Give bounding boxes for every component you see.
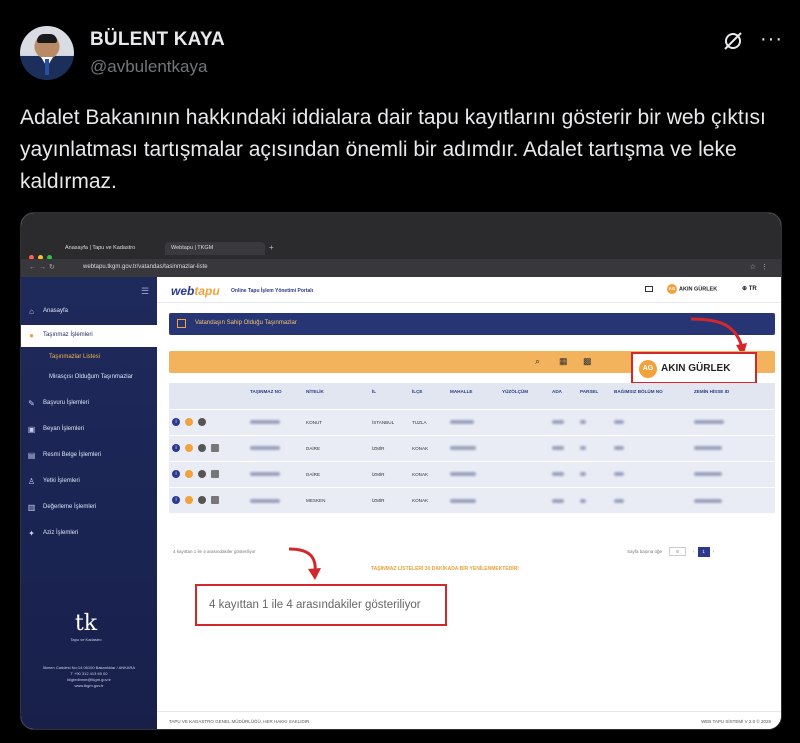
- next-page-icon: ›: [712, 549, 715, 554]
- table-row: i KONUT İSTANBUL TUZLA: [169, 408, 775, 435]
- properties-table: TAŞINMAZ NO NİTELİK İL İLÇE MAHALLE YÜZÖ…: [169, 383, 775, 513]
- sidebar-item-tasinmazlar-listesi: Taşınmazlar Listesi: [49, 354, 101, 360]
- document-icon: ▤: [27, 451, 36, 460]
- grok-icon[interactable]: [722, 30, 744, 52]
- table-row: i DAİRE İZMİR KONAK: [169, 460, 775, 487]
- pin-icon: ✎: [28, 399, 35, 408]
- table-row: i DAİRE İZMİR KONAK: [169, 434, 775, 461]
- portal-main: webtapu Online Tapu İşlem Yönetimi Porta…: [157, 277, 781, 729]
- table-info: 4 kayıttan 1 ile 4 arasındakiler gösteri…: [173, 549, 256, 554]
- location-icon: [185, 496, 193, 505]
- address-bar: ←→↻ webtapu.tkgm.gov.tr/vatandas/tasinma…: [21, 259, 781, 277]
- grid-icon: ▩: [583, 356, 592, 366]
- info-icon: i: [172, 418, 180, 426]
- info-icon: i: [172, 444, 180, 452]
- table-header-row: TAŞINMAZ NO NİTELİK İL İLÇE MAHALLE YÜZÖ…: [169, 383, 775, 409]
- users-icon: ✦: [28, 529, 35, 538]
- contact-address: İlkmen Caddesi No:14 06100 Bakanlıklar /…: [42, 665, 136, 688]
- mail-icon: [645, 286, 653, 292]
- globe-icon: ⊕: [742, 286, 749, 292]
- print-icon: ▦: [559, 356, 568, 366]
- tweet-media-image[interactable]: Anasayfa | Tapu ve Kadastro Webtapu | TK…: [20, 212, 782, 730]
- author-name[interactable]: BÜLENT KAYA: [90, 29, 225, 51]
- user-icon: ♙: [27, 477, 36, 486]
- sidebar-item-beyan: ▣ Beyan İşlemleri: [27, 425, 85, 434]
- browser-tab-bar: Anasayfa | Tapu ve Kadastro Webtapu | TK…: [21, 213, 781, 260]
- detail-icon: [198, 496, 206, 505]
- browser-tab: Anasayfa | Tapu ve Kadastro: [65, 245, 136, 251]
- sidebar-item-tasinmaz: ● Taşınmaz İşlemleri: [21, 325, 157, 347]
- sidebar-item-yetki: ♙ Yetki İşlemleri: [27, 477, 80, 486]
- document-icon: [211, 496, 219, 505]
- col-yuzolcum: YÜZÖLÇÜM: [499, 383, 549, 409]
- prev-page-icon: ‹: [693, 549, 695, 554]
- author-avatar[interactable]: [20, 26, 74, 80]
- highlight-count-callout: 4 kayıttan 1 ile 4 arasındakiler gösteri…: [195, 584, 447, 626]
- col-parsel: PARSEL: [577, 383, 611, 409]
- new-tab-icon: +: [269, 243, 274, 252]
- webtapu-logo: webtapu: [171, 284, 220, 298]
- panel-header: Vatandaşın Sahip Olduğu Taşınmazlar: [169, 313, 775, 335]
- more-options-icon[interactable]: ···: [760, 29, 783, 49]
- sidebar-item-resmi-belge: ▤ Resmi Belge İşlemleri: [27, 451, 102, 460]
- col-zemin-hisse: ZEMİN HİSSE ID: [691, 383, 775, 409]
- page-size-select: 8: [669, 547, 686, 556]
- annotation-arrow-2: [288, 547, 321, 580]
- sidebar-item-anasayfa: ⌂ Anasayfa: [21, 301, 157, 323]
- portal-sidebar: ☰ ⌂ Anasayfa ● Taşınmaz İşlemleri Taşınmaz…: [21, 277, 157, 729]
- location-icon: [185, 418, 193, 426]
- list-icon: [177, 319, 186, 328]
- col-mahalle: MAHALLE: [447, 383, 499, 409]
- language-switch: ⊕ TR: [742, 286, 757, 292]
- portal-topnav: webtapu Online Tapu İşlem Yönetimi Porta…: [157, 277, 781, 303]
- browser-actions-icon: ☆⋮: [749, 264, 773, 271]
- table-row: i MESKEN İZMİR KONAK: [169, 486, 775, 513]
- col-nitelik: NİTELİK: [303, 383, 369, 409]
- detail-icon: [198, 418, 206, 426]
- detail-icon: [198, 470, 206, 478]
- portal-footer: TAPU VE KADASTRO GENEL MÜDÜRLÜĞÜ, HER HA…: [157, 711, 781, 729]
- location-icon: [185, 470, 193, 478]
- lock-icon: ▣: [27, 425, 36, 434]
- pagination: Sayfa başına öğe 8 ‹ 1 ›: [627, 547, 714, 557]
- document-icon: [211, 470, 219, 478]
- author-handle[interactable]: @avbulentkaya: [90, 57, 207, 77]
- sidebar-item-mirascisi: Mirasçısı Olduğum Taşınmazlar: [49, 374, 133, 380]
- home-icon: ⌂: [29, 307, 34, 316]
- col-ada: ADA: [549, 383, 577, 409]
- detail-icon: [198, 444, 206, 452]
- location-icon: [185, 444, 193, 452]
- info-icon: i: [172, 470, 180, 478]
- tkgm-logo: tk Tapu ve Kadastro: [70, 611, 102, 642]
- tweet-text: Adalet Bakanının hakkındaki iddialara da…: [20, 106, 766, 193]
- browser-tab-active: Webtapu | TKGM: [165, 242, 265, 255]
- user-menu: AG AKIN GÜRLEK: [667, 284, 718, 294]
- col-ilce: İLÇE: [409, 383, 447, 409]
- current-page: 1: [697, 547, 710, 557]
- highlight-user-callout: AG AKIN GÜRLEK: [631, 352, 757, 384]
- file-icon: ▥: [27, 503, 36, 512]
- nav-arrows-icon: ←→↻: [29, 264, 58, 271]
- col-tasinmaz-no: TAŞINMAZ NO: [247, 383, 303, 409]
- search-icon: ⌕: [535, 356, 541, 366]
- sidebar-item-aziz: ✦ Aziz İşlemleri: [28, 529, 79, 538]
- document-icon: [211, 444, 219, 452]
- sidebar-item-degerleme: ▥ Değerleme İşlemleri: [27, 503, 97, 512]
- menu-toggle-icon: ☰: [141, 286, 150, 296]
- portal-title: Online Tapu İşlem Yönetimi Portalı: [231, 288, 314, 294]
- col-bagimsiz-bolum: BAĞIMSIZ BÖLÜM NO: [611, 383, 691, 409]
- col-il: İL: [369, 383, 409, 409]
- info-icon: i: [172, 496, 180, 505]
- sidebar-item-basvuru: ✎ Başvuru İşlemleri: [28, 399, 90, 408]
- property-icon: ●: [29, 331, 34, 340]
- url-text: webtapu.tkgm.gov.tr/vatandas/tasinmazlar…: [83, 264, 208, 270]
- refresh-warning: TAŞINMAZ LİSTELERİ 30 DAKİKADA BİR YENİL…: [371, 566, 519, 572]
